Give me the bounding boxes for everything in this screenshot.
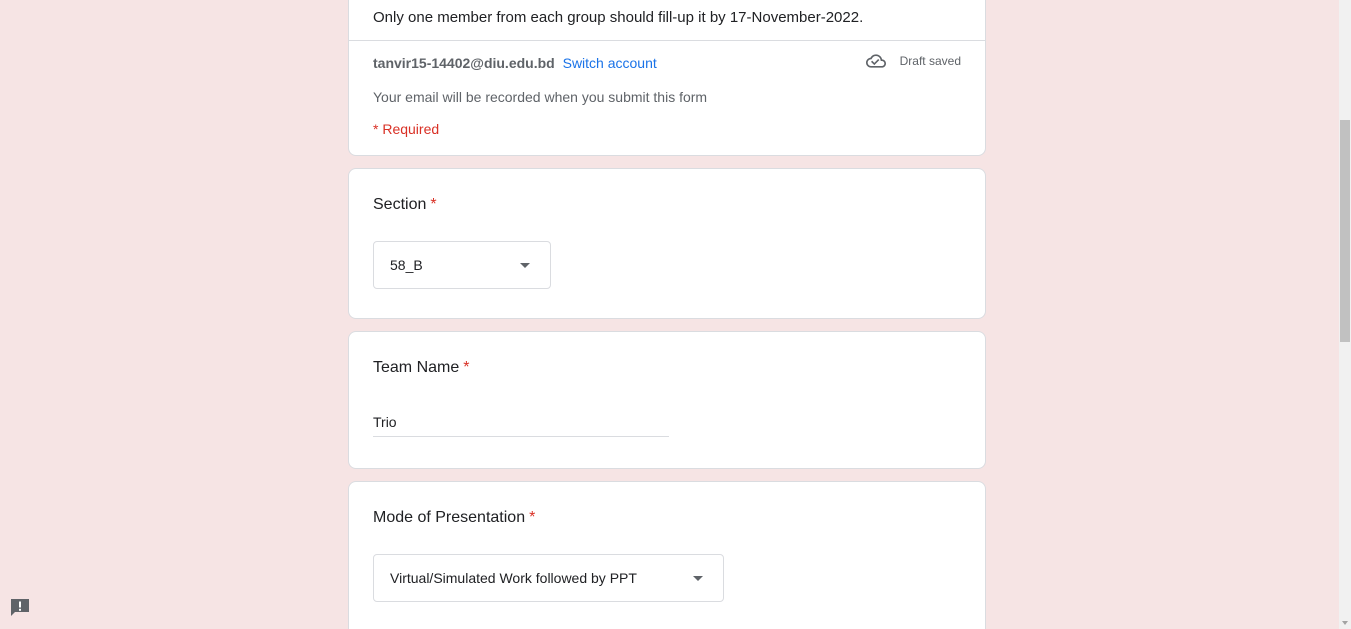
required-asterisk: * [430, 196, 437, 213]
draft-status: Draft saved [865, 53, 961, 69]
question-card-team-name: Team Name * Trio [348, 331, 986, 469]
question-title-section: Section * [373, 196, 437, 214]
account-row: tanvir15-14402@diu.edu.bd Switch account [373, 55, 657, 71]
section-selected-value: 58_B [390, 257, 423, 273]
page-scrollbar[interactable] [1339, 0, 1351, 629]
dropdown-arrow-icon [693, 576, 703, 581]
question-title-label: Section [373, 196, 427, 213]
question-card-section: Section * 58_B [348, 168, 986, 319]
required-note: * Required [373, 121, 440, 137]
required-asterisk: * [529, 509, 536, 526]
report-icon[interactable] [10, 598, 30, 616]
header-divider [349, 40, 985, 41]
question-title-label: Mode of Presentation [373, 509, 526, 526]
email-notice: Your email will be recorded when you sub… [373, 89, 708, 105]
draft-status-label: Draft saved [899, 54, 961, 68]
question-card-mode: Mode of Presentation * Virtual/Simulated … [348, 481, 986, 629]
question-title-team-name: Team Name * [373, 359, 469, 377]
account-email: tanvir15-14402@diu.edu.bd [373, 55, 555, 71]
required-asterisk: * [463, 359, 470, 376]
dropdown-arrow-icon [520, 263, 530, 268]
switch-account-link[interactable]: Switch account [563, 55, 657, 71]
cloud-done-icon [865, 54, 886, 68]
form-page: Only one member from each group should f… [0, 0, 1351, 629]
section-dropdown[interactable]: 58_B [373, 241, 551, 289]
question-title-label: Team Name [373, 359, 460, 376]
scrollbar-thumb[interactable] [1340, 120, 1350, 342]
scroll-down-arrow-icon[interactable] [1342, 621, 1348, 625]
form-header-card: Only one member from each group should f… [348, 0, 986, 156]
form-description: Only one member from each group should f… [373, 9, 864, 26]
mode-dropdown[interactable]: Virtual/Simulated Work followed by PPT [373, 554, 724, 602]
question-title-mode: Mode of Presentation * [373, 509, 535, 527]
mode-selected-value: Virtual/Simulated Work followed by PPT [390, 570, 637, 586]
team-name-input[interactable]: Trio [373, 412, 669, 437]
